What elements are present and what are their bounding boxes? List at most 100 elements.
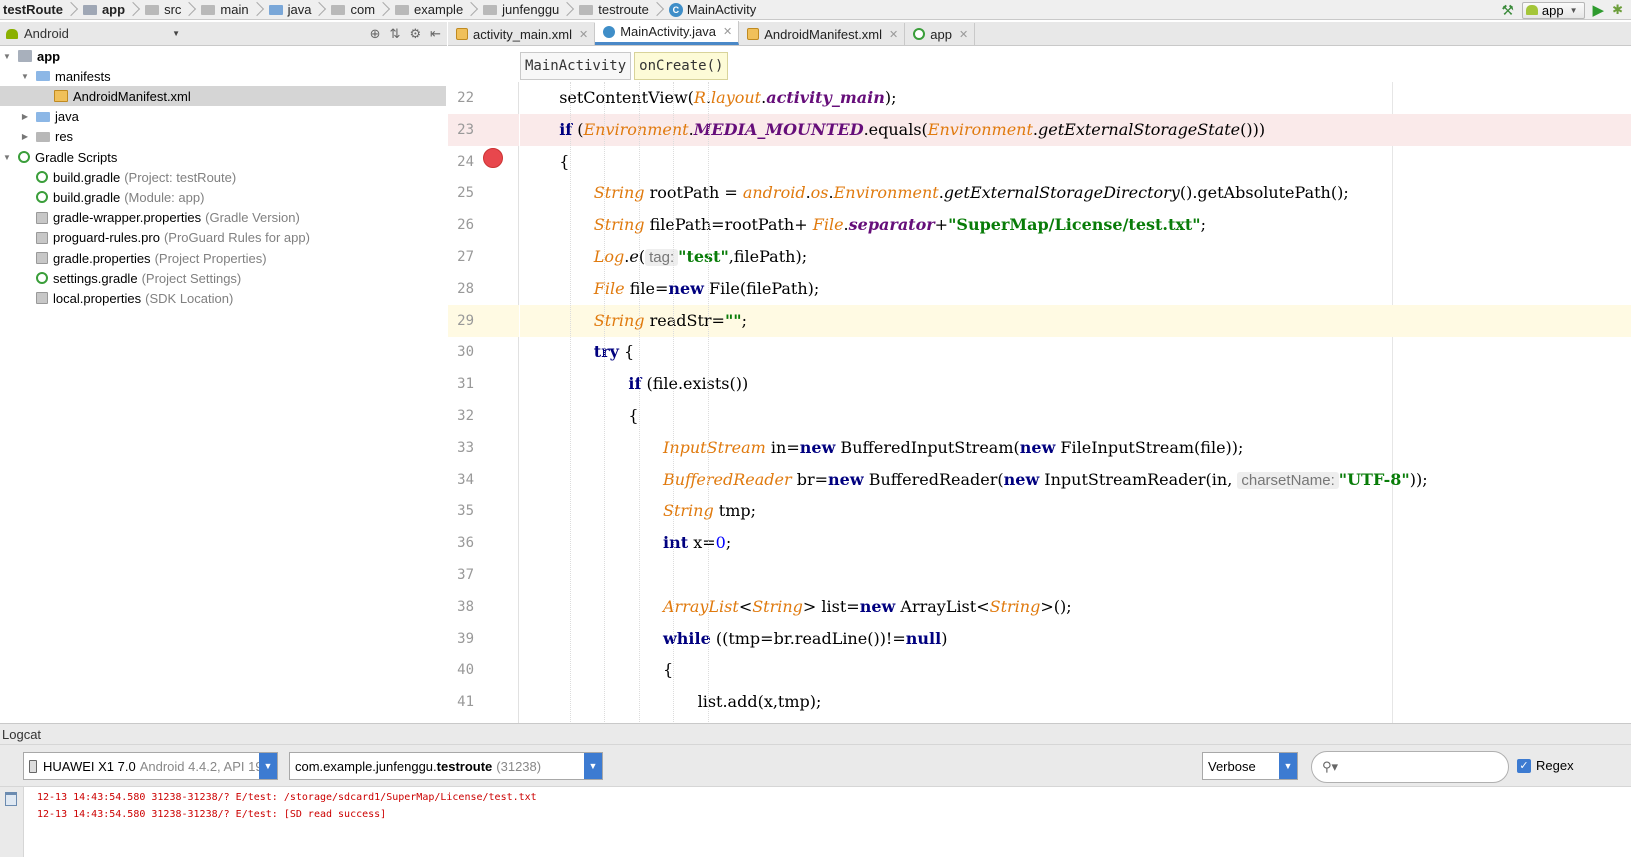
collapse-all-icon[interactable]: ⇅ [390,26,401,42]
run-icon[interactable]: ▶ [1593,1,1605,19]
code-line[interactable]: list.add(x,tmp); [520,686,1631,718]
breadcrumb-item[interactable]: src [142,0,198,20]
tree-item[interactable]: ▶ java [0,107,446,127]
code-line[interactable]: String rootPath = android.os.Environment… [520,177,1631,209]
process-select[interactable]: com.example.junfenggu. testroute (31238) … [289,752,603,780]
tree-item[interactable]: local.properties (SDK Location) [0,288,446,308]
hide-panel-icon[interactable]: ⇤ [430,26,441,42]
tree-item[interactable]: build.gradle (Project: testRoute) [0,167,446,187]
breadcrumb-item[interactable]: example [392,0,480,20]
code-line[interactable]: InputStream in=new BufferedInputStream(n… [520,432,1631,464]
gear-icon[interactable]: ⚙ [409,26,421,42]
breadcrumb-item[interactable]: testroute [576,0,666,20]
close-icon[interactable]: ✕ [959,28,968,41]
logcat-output[interactable]: 12-13 14:43:54.580 31238-31238/? E/test:… [37,789,537,823]
editor-tab[interactable]: activity_main.xml ✕ [448,23,596,45]
logcat-title: Logcat [0,723,1631,745]
logcat-search-input[interactable] [1342,759,1503,775]
expand-arrow-icon[interactable]: ▼ [2,52,12,61]
code-token: new [828,469,864,489]
editor-breadcrumb-method[interactable]: onCreate() [634,52,729,80]
editor-tab[interactable]: MainActivity.java ✕ [595,21,740,45]
tree-item[interactable]: gradle.properties (Project Properties) [0,248,446,268]
code-line[interactable]: try { [520,336,1631,368]
logcat-search[interactable]: ⚲▾ [1311,751,1509,783]
log-level-select[interactable]: Verbose ▼ [1202,752,1298,780]
close-icon[interactable]: ✕ [579,28,588,41]
code-line[interactable]: if (Environment.MEDIA_MOUNTED.equals(Env… [520,113,1631,146]
editor-tab[interactable]: AndroidManifest.xml ✕ [739,23,906,45]
regex-checkbox[interactable]: ✓ [1517,758,1531,773]
line-number: 39 [457,630,474,647]
code-line[interactable]: String tmp; [520,495,1631,527]
code-token: android [742,183,806,203]
tree-item[interactable]: ▼ Gradle Scripts [0,147,446,167]
regex-toggle[interactable]: ✓ Regex [1517,758,1574,773]
code-line[interactable]: File file=new File(filePath); [520,273,1631,305]
line-number: 22 [457,90,474,106]
code-line[interactable]: setContentView(R.layout.activity_main); [520,82,1631,114]
device-name: HUAWEI X1 7.0 [43,758,136,774]
device-select[interactable]: HUAWEI X1 7.0 Android 4.4.2, API 19 ▼ [23,752,278,780]
editor-breadcrumb-class[interactable]: MainActivity [520,52,632,80]
project-view-select[interactable]: Android ▼ [0,26,180,41]
close-icon[interactable]: ✕ [889,28,898,41]
line-number: 30 [457,344,474,361]
breadcrumb-item[interactable]: C MainActivity [666,0,760,20]
editor-tab[interactable]: app ✕ [905,23,976,45]
code-line[interactable]: if (file.exists()) [520,368,1631,400]
tree-item[interactable]: ▶ res [0,127,446,147]
line-number: 40 [457,662,474,679]
code-line[interactable] [520,559,1631,591]
collapse-arrow-icon[interactable]: ▶ [20,112,30,121]
code-editor[interactable]: MainActivity onCreate() 22 23 24 25 26 27 28 29… [448,47,1631,723]
run-configuration-select[interactable]: app ▼ [1521,1,1585,19]
code-line[interactable]: { [520,146,1631,178]
tree-item[interactable]: settings.gradle (Project Settings) [0,268,446,288]
trash-icon[interactable] [5,792,17,806]
tree-item[interactable]: ▼ app [0,46,446,66]
code-line[interactable]: { [520,400,1631,432]
code-token: BufferedReader [663,469,792,489]
code-line[interactable]: { [520,654,1631,686]
log-level-value: Verbose [1208,758,1256,774]
code-line[interactable]: String readStr=""; [520,304,1631,337]
breadcrumb-item[interactable]: testRoute [0,0,80,20]
breadcrumb-item[interactable]: com [328,0,392,20]
line-number-gutter[interactable]: 22 23 24 25 26 27 28 29 30 31 32 33 34 35 36 37 38 39 40 41 [448,82,519,723]
collapse-arrow-icon[interactable]: ▶ [20,132,30,141]
build-hammer-icon[interactable]: ⚒ [1501,2,1514,19]
code-line[interactable]: while ((tmp=br.readLine())!=null) [520,623,1631,655]
close-icon[interactable]: ✕ [723,25,732,38]
code-token: ((tmp=br.readLine())!= [710,628,906,648]
tree-item[interactable]: proguard-rules.pro (ProGuard Rules for ap… [0,228,446,248]
code-line[interactable]: String filePath=rootPath+ File.separator… [520,209,1631,241]
log-line: 12-13 14:43:54.580 31238-31238/? E/test:… [37,792,537,803]
code-token: R [693,88,706,107]
tree-item[interactable]: gradle-wrapper.properties (Gradle Version… [0,208,446,228]
code-token: "" [724,310,742,330]
breadcrumb-item[interactable]: main [198,0,265,20]
locate-icon[interactable]: ⊕ [370,26,381,42]
code-token: BufferedReader( [863,469,1004,489]
code-token: ( [572,119,584,139]
code-token: try [593,342,619,362]
breadcrumb-item[interactable]: app [80,0,142,20]
code-token: getExternalStorageState [1038,119,1241,139]
tree-item[interactable]: ▼ manifests [0,66,446,86]
expand-arrow-icon[interactable]: ▼ [20,72,30,81]
code-line[interactable]: int x=0; [520,527,1631,559]
tree-item[interactable]: build.gradle (Module: app) [0,187,446,207]
tree-item[interactable]: AndroidManifest.xml [0,86,446,107]
breakpoint-icon[interactable] [483,148,503,168]
breadcrumb-item[interactable]: junfenggu [480,0,576,20]
code-line[interactable]: BufferedReader br=new BufferedReader(new… [520,464,1631,496]
code-area[interactable]: setContentView(R.layout.activity_main); i… [520,82,1631,723]
class-icon: C [668,2,683,17]
gradle-icon [36,272,48,285]
debug-icon[interactable]: ✱ [1612,2,1623,18]
code-line[interactable]: ArrayList<String> list=new ArrayList<Str… [520,591,1631,623]
expand-arrow-icon[interactable]: ▼ [2,153,12,162]
breadcrumb-item[interactable]: java [266,0,329,20]
code-line[interactable]: Log.e(tag: "test",filePath); [520,241,1631,273]
